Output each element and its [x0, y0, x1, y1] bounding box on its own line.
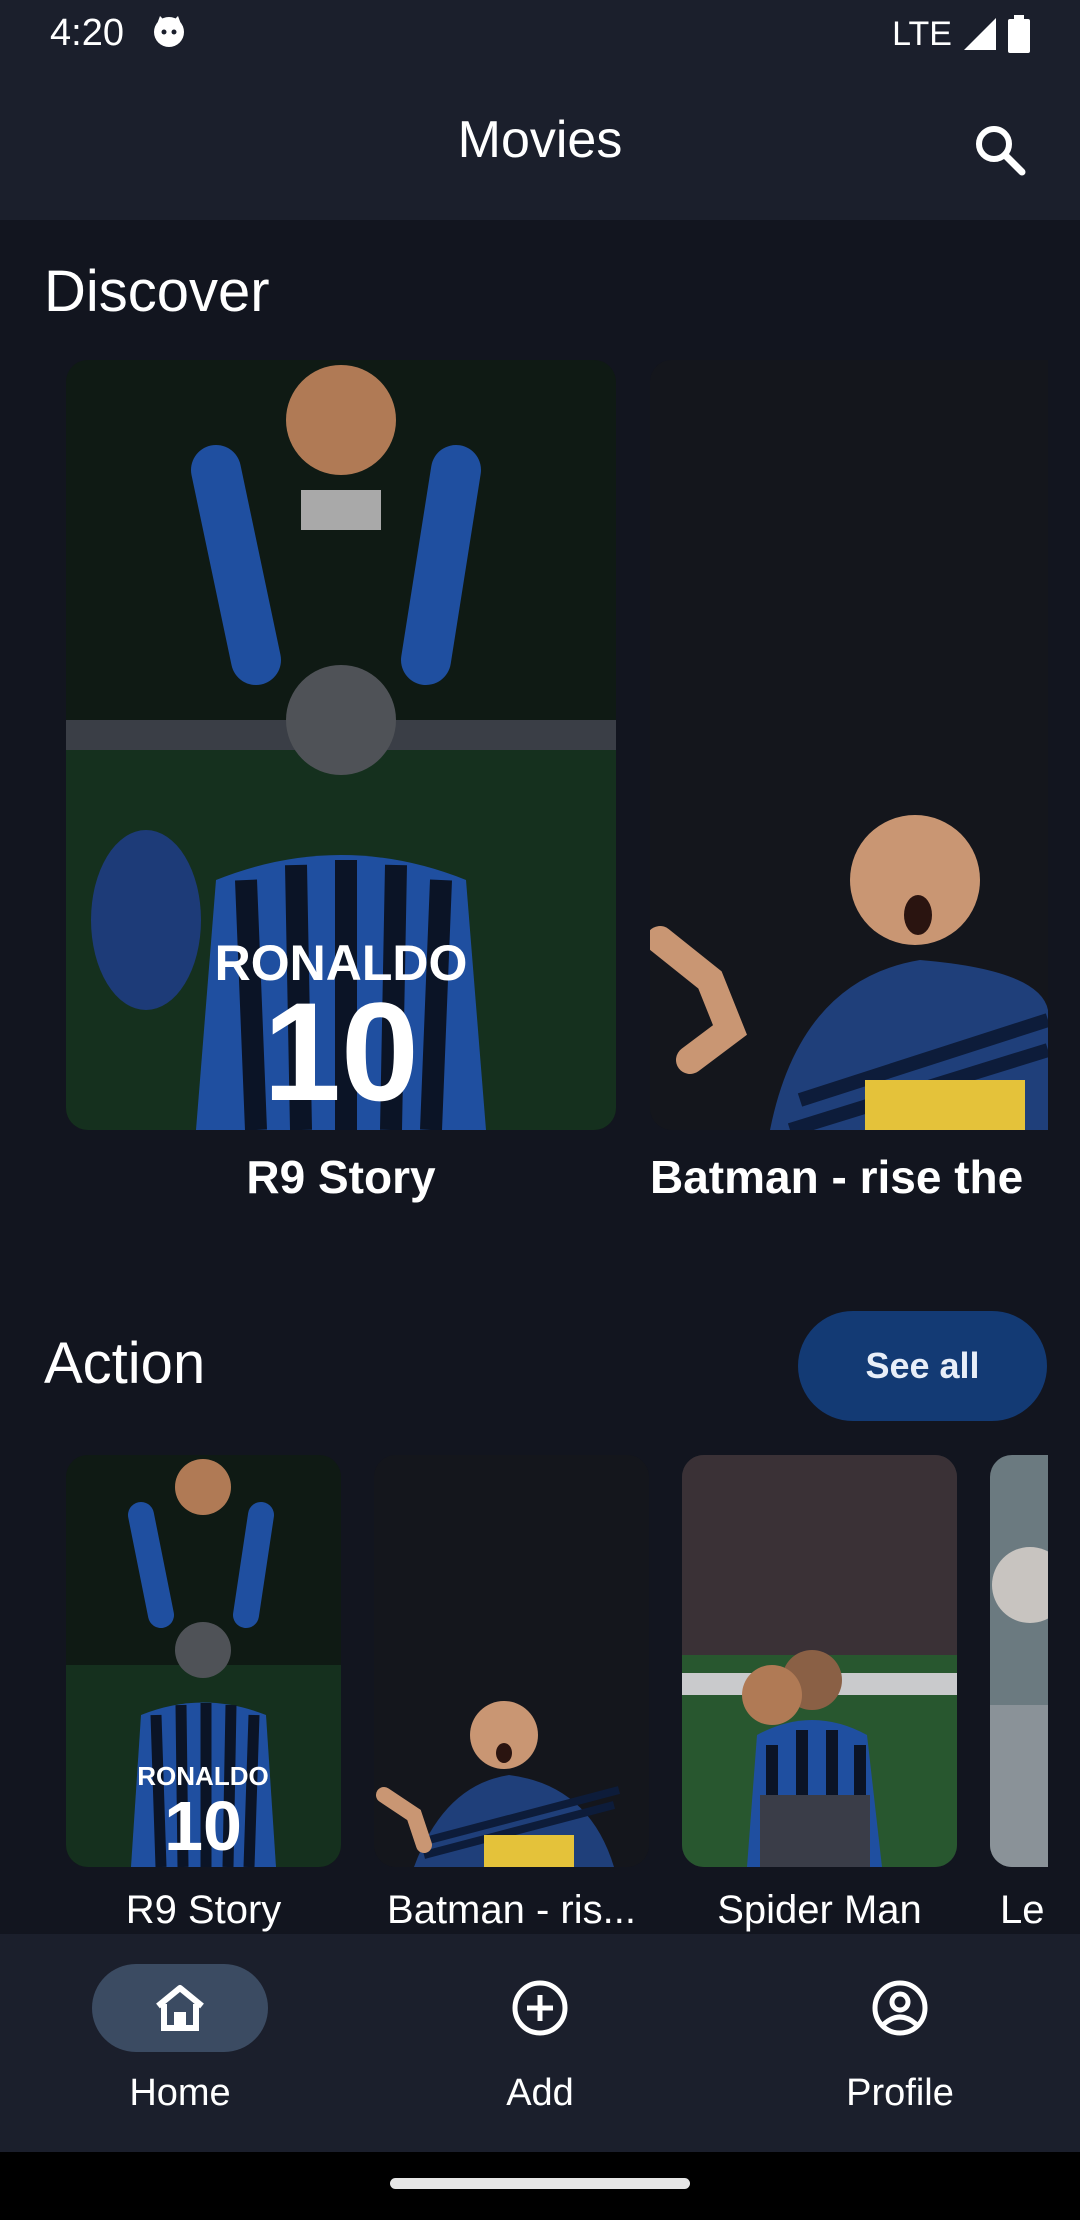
action-poster[interactable]: RONALDO 10	[66, 1455, 341, 1867]
discover-section-title: Discover	[44, 259, 270, 324]
nav-label: Home	[129, 2072, 231, 2114]
poster-image: RONALDO 10	[66, 360, 616, 1130]
action-section-title: Action	[44, 1331, 206, 1396]
action-poster[interactable]	[682, 1455, 957, 1867]
search-button[interactable]	[960, 110, 1040, 190]
action-title: Batman - ris...	[387, 1888, 636, 1932]
battery-icon	[1008, 15, 1030, 53]
poster-image	[650, 360, 1048, 1130]
action-title: Le	[1000, 1888, 1045, 1932]
status-indicators: LTE	[892, 12, 1030, 56]
notification-cat-icon	[152, 14, 186, 48]
poster-image: RONALDO 10	[66, 1455, 341, 1867]
nav-add[interactable]: Add	[360, 1964, 720, 2134]
nav-label: Profile	[846, 2072, 954, 2114]
svg-text:10: 10	[263, 973, 419, 1130]
discover-title: R9 Story	[246, 1151, 436, 1203]
home-icon	[156, 1985, 204, 2031]
action-title: Spider Man	[717, 1888, 922, 1932]
discover-poster[interactable]: RONALDO 10	[66, 360, 616, 1130]
action-poster[interactable]	[990, 1455, 1048, 1867]
svg-text:10: 10	[164, 1787, 242, 1865]
search-icon	[976, 126, 1026, 176]
status-time: 4:20	[50, 12, 124, 54]
discover-title: Batman - rise the	[650, 1151, 1024, 1203]
top-app-bar: Movies	[0, 66, 1080, 220]
network-type: LTE	[892, 14, 952, 53]
page-title: Movies	[457, 111, 623, 169]
nav-home[interactable]: Home	[0, 1964, 360, 2134]
signal-icon	[964, 18, 996, 50]
action-title: R9 Story	[125, 1888, 282, 1932]
action-poster[interactable]	[374, 1455, 649, 1867]
home-gesture-handle[interactable]	[390, 2178, 690, 2189]
nav-profile[interactable]: Profile	[720, 1964, 1080, 2134]
see-all-button[interactable]: See all	[798, 1311, 1047, 1421]
bottom-navigation: Home Add Profile	[0, 1934, 1080, 2152]
profile-icon	[872, 1980, 928, 2036]
discover-poster[interactable]	[650, 360, 1048, 1130]
add-circle-icon	[512, 1980, 568, 2036]
status-bar: 4:20 LTE	[0, 0, 1080, 66]
poster-image	[682, 1455, 957, 1867]
poster-image	[990, 1455, 1048, 1867]
gesture-navigation-bar	[0, 2152, 1080, 2220]
nav-label: Add	[506, 2072, 574, 2114]
poster-image	[374, 1455, 649, 1867]
